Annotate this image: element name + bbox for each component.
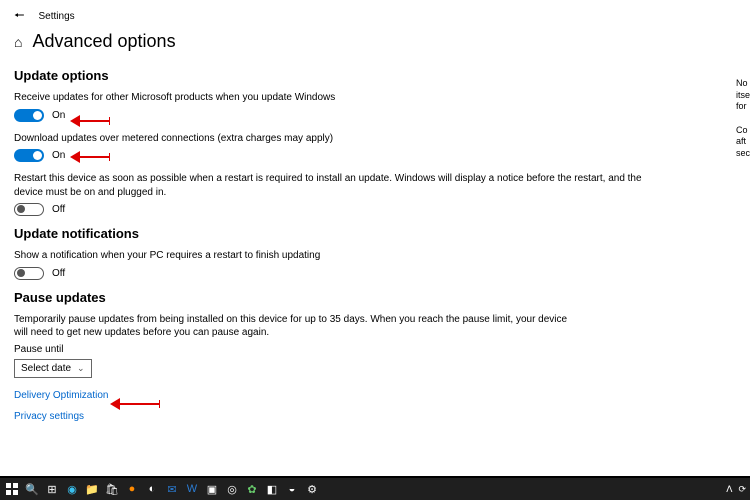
pause-desc: Temporarily pause updates from being ins…	[14, 313, 574, 340]
notify-state: Off	[52, 268, 65, 279]
opt-metered-state: On	[52, 150, 65, 161]
notify-toggle[interactable]	[14, 267, 44, 280]
taskbar-app4-icon[interactable]: ◧	[264, 481, 280, 497]
opt-restart-toggle[interactable]	[14, 203, 44, 216]
right-side-panel-clipped: No itse for Co aft sec	[736, 78, 750, 160]
tray-overflow-icon[interactable]: ᐱ	[726, 484, 732, 495]
pause-until-label: Pause until	[14, 344, 736, 355]
section-pause-updates: Pause updates	[14, 290, 736, 305]
taskbar: 🔍 ⊞ ◉ 📁 🛍 ● ◐ ✉ W ▣ ◎ ✿ ◧ ◒ ⚙	[0, 478, 750, 500]
pause-date-select[interactable]: Select date ⌄	[14, 359, 92, 378]
opt-restart-state: Off	[52, 204, 65, 215]
opt-metered-toggle[interactable]	[14, 149, 44, 162]
taskbar-firefox-icon[interactable]: ●	[124, 481, 140, 497]
section-update-options: Update options	[14, 68, 736, 83]
app-name: Settings	[39, 11, 75, 22]
page-title: Advanced options	[32, 31, 175, 52]
start-button[interactable]	[4, 481, 20, 497]
taskbar-search-icon[interactable]: 🔍	[24, 481, 40, 497]
opt-receive-label: Receive updates for other Microsoft prod…	[14, 91, 736, 105]
notify-label: Show a notification when your PC require…	[14, 249, 736, 263]
taskbar-taskview-icon[interactable]: ⊞	[44, 481, 60, 497]
opt-receive-toggle[interactable]	[14, 109, 44, 122]
chevron-down-icon: ⌄	[77, 363, 85, 374]
link-delivery-optimization[interactable]: Delivery Optimization	[14, 390, 736, 401]
taskbar-app2-icon[interactable]: ◎	[224, 481, 240, 497]
opt-restart-label: Restart this device as soon as possible …	[14, 172, 654, 199]
taskbar-app3-icon[interactable]: ✿	[244, 481, 260, 497]
taskbar-word-icon[interactable]: W	[184, 481, 200, 497]
taskbar-settings-icon[interactable]: ⚙	[304, 481, 320, 497]
taskbar-store-icon[interactable]: 🛍	[104, 481, 120, 497]
home-icon[interactable]: ⌂	[14, 34, 22, 50]
system-tray[interactable]: ᐱ ⟳	[726, 478, 746, 500]
taskbar-mail-icon[interactable]: ✉	[164, 481, 180, 497]
pause-date-value: Select date	[21, 363, 71, 374]
tray-sync-icon[interactable]: ⟳	[738, 484, 746, 495]
section-update-notifications: Update notifications	[14, 226, 736, 241]
taskbar-chrome-icon[interactable]: ◐	[144, 481, 160, 497]
opt-metered-label: Download updates over metered connection…	[14, 132, 736, 146]
link-privacy-settings[interactable]: Privacy settings	[14, 411, 736, 422]
taskbar-explorer-icon[interactable]: 📁	[84, 481, 100, 497]
taskbar-app5-icon[interactable]: ◒	[284, 481, 300, 497]
back-button[interactable]: 🠔	[14, 6, 25, 27]
taskbar-app-icon[interactable]: ▣	[204, 481, 220, 497]
opt-receive-state: On	[52, 110, 65, 121]
taskbar-edge-icon[interactable]: ◉	[64, 481, 80, 497]
